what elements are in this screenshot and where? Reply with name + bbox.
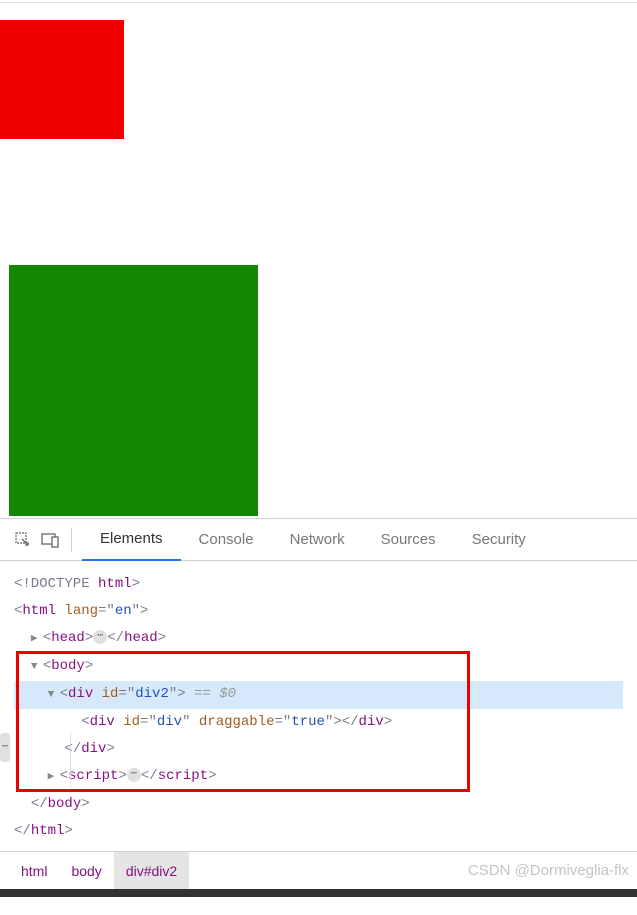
devtools-panel: Elements Console Network Sources Securit… xyxy=(0,518,637,897)
dom-body-open[interactable]: ▼<body> xyxy=(14,653,623,681)
dom-doctype[interactable]: <!DOCTYPE html> xyxy=(14,571,623,598)
breadcrumb-body[interactable]: body xyxy=(59,852,113,889)
dom-div-inner[interactable]: <div id="div" draggable="true"></div> xyxy=(14,709,623,736)
dom-div2-close[interactable]: </div> xyxy=(14,736,623,763)
tab-elements[interactable]: Elements xyxy=(82,519,181,561)
red-box[interactable] xyxy=(0,20,124,139)
watermark-text: CSDN @Dormiveglia-flx xyxy=(468,862,629,879)
dom-script[interactable]: ▶<script>⋯</script> xyxy=(14,763,623,791)
breadcrumb-div2[interactable]: div#div2 xyxy=(114,852,189,889)
breadcrumb-html[interactable]: html xyxy=(9,852,59,889)
dom-tree[interactable]: ⋯ <!DOCTYPE html> <html lang="en"> ▶<hea… xyxy=(0,561,637,851)
tab-console[interactable]: Console xyxy=(181,519,272,561)
green-box[interactable] xyxy=(9,265,258,516)
tab-sources[interactable]: Sources xyxy=(363,519,454,561)
bottom-strip xyxy=(0,889,637,897)
ellipsis-icon[interactable]: ⋯ xyxy=(127,768,141,782)
tab-divider xyxy=(71,528,72,552)
dom-head[interactable]: ▶<head>⋯</head> xyxy=(14,625,623,653)
dom-body-close[interactable]: </body> xyxy=(14,791,623,818)
tab-security[interactable]: Security xyxy=(454,519,544,561)
tree-guide-line xyxy=(70,733,71,787)
dom-html-close[interactable]: </html> xyxy=(14,818,623,845)
breadcrumb-bar: html body div#div2 CSDN @Dormiveglia-flx xyxy=(0,851,637,889)
devtools-tabs: Elements Console Network Sources Securit… xyxy=(0,519,637,561)
inspect-icon[interactable] xyxy=(9,526,37,554)
page-content xyxy=(0,3,637,518)
device-toggle-icon[interactable] xyxy=(37,526,65,554)
ellipsis-icon[interactable]: ⋯ xyxy=(93,630,107,644)
tab-network[interactable]: Network xyxy=(272,519,363,561)
dom-html-open[interactable]: <html lang="en"> xyxy=(14,598,623,625)
dom-div2-open[interactable]: ▼<div id="div2"> == $0 xyxy=(14,681,623,709)
dom-selected-marker-icon: ⋯ xyxy=(0,733,10,762)
